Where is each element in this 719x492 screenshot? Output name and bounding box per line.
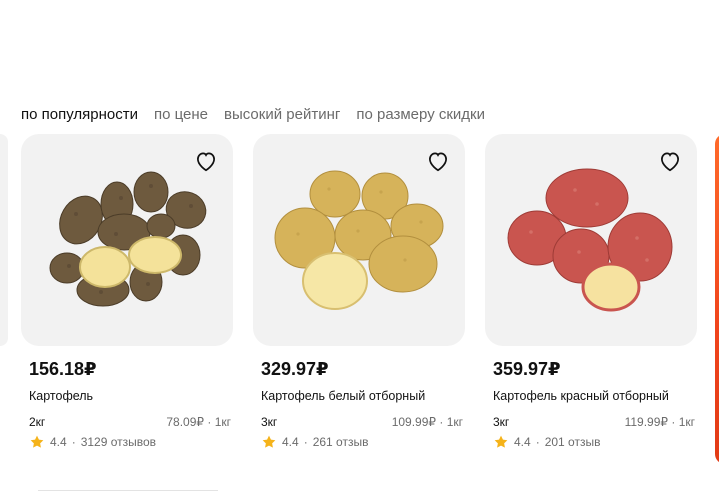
rating: 4.4 · 201 отзыв [485, 434, 697, 450]
product-weight: 3кг [261, 415, 278, 429]
rating-value: 4.4 [282, 435, 299, 449]
product-name[interactable]: Картофель белый отборный [253, 388, 465, 404]
product-image[interactable] [21, 134, 233, 346]
rating: 4.4 · 261 отзыв [253, 434, 465, 450]
product-card[interactable]: 359.97₽ Картофель красный отборный 3кг 1… [485, 134, 697, 450]
sort-by-popularity[interactable]: по популярности [21, 105, 138, 125]
rating-separator: · [535, 435, 540, 449]
product-price: 359.97₽ [493, 359, 561, 379]
product-price: 329.97₽ [261, 359, 329, 379]
product-name[interactable]: Картофель [21, 388, 233, 404]
product-price: 156.18₽ [29, 359, 97, 379]
star-icon [494, 435, 508, 448]
star-icon [30, 435, 44, 448]
favorite-heart-icon[interactable] [657, 148, 683, 174]
product-card[interactable]: 156.18₽ Картофель 2кг 78.09₽ · 1кг 4.4 ·… [21, 134, 233, 450]
product-image[interactable] [485, 134, 697, 346]
product-weight: 2кг [29, 415, 46, 429]
rating: 4.4 · 3129 отзывов [21, 434, 233, 450]
price-per-unit: 109.99₽ · 1кг [391, 415, 463, 429]
rating-value: 4.4 [50, 435, 67, 449]
sort-by-discount[interactable]: по размеру скидки [356, 105, 485, 125]
rating-separator: · [71, 435, 76, 449]
sort-bar: по популярности по цене высокий рейтинг … [21, 105, 485, 125]
sort-by-rating[interactable]: высокий рейтинг [224, 105, 340, 125]
favorite-heart-icon[interactable] [425, 148, 451, 174]
price-per-unit: 78.09₽ · 1кг [166, 415, 231, 429]
unit-info: 3кг 119.99₽ · 1кг [485, 414, 697, 430]
review-count[interactable]: 261 отзыв [313, 434, 369, 450]
product-card[interactable]: 329.97₽ Картофель белый отборный 3кг 109… [253, 134, 465, 450]
favorite-heart-icon[interactable] [193, 148, 219, 174]
price-per-unit: 119.99₽ · 1кг [624, 415, 695, 429]
rating-value: 4.4 [514, 435, 531, 449]
product-list: 156.18₽ Картофель 2кг 78.09₽ · 1кг 4.4 ·… [21, 134, 697, 450]
product-name[interactable]: Картофель красный отборный [485, 388, 697, 404]
unit-info: 3кг 109.99₽ · 1кг [253, 414, 465, 430]
sort-by-price[interactable]: по цене [154, 105, 208, 125]
next-banner-edge[interactable] [715, 134, 719, 464]
review-count[interactable]: 3129 отзывов [81, 434, 156, 450]
product-image[interactable] [253, 134, 465, 346]
review-count[interactable]: 201 отзыв [545, 434, 601, 450]
product-weight: 3кг [493, 415, 510, 429]
unit-info: 2кг 78.09₽ · 1кг [21, 414, 233, 430]
star-icon [262, 435, 276, 448]
rating-separator: · [303, 435, 308, 449]
previous-card-edge[interactable] [0, 134, 8, 346]
